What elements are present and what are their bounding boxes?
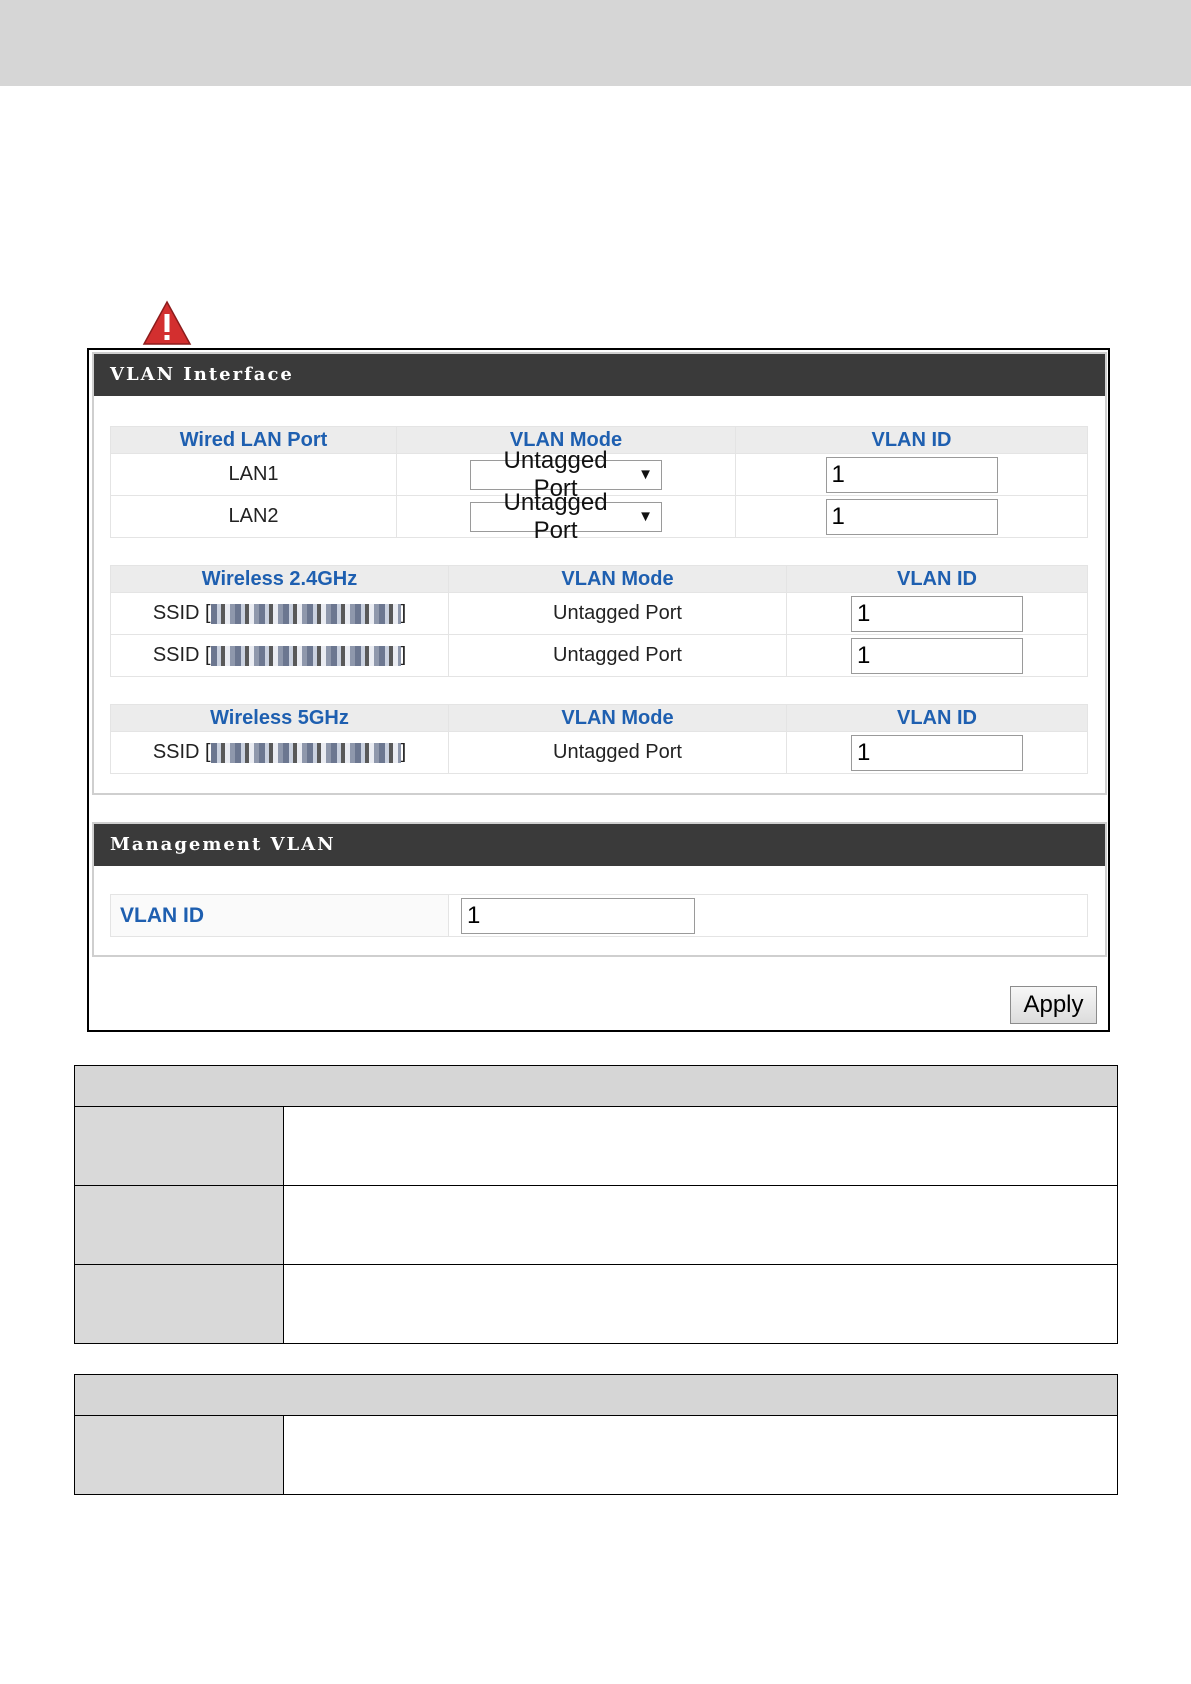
column-header-vlan-id: VLAN ID [735, 426, 1088, 454]
table-row [74, 1185, 1118, 1265]
chevron-down-icon: ▼ [638, 508, 653, 525]
ssid-prefix: SSID [ [152, 741, 211, 763]
vlan-settings-screenshot: VLAN Interface Wired LAN Port VLAN Mode … [87, 348, 1110, 1032]
management-vlan-title: Management VLAN [94, 824, 1105, 866]
wired-lan-table: Wired LAN Port VLAN Mode VLAN ID LAN1 Un… [110, 426, 1088, 544]
ssid-label: SSID [] [110, 592, 449, 635]
vlan-mode-text: Untagged Port [448, 634, 787, 677]
table-row [74, 1415, 1118, 1495]
table-row: VLAN ID [110, 894, 1088, 937]
wireless-5ghz-table: Wireless 5GHz VLAN Mode VLAN ID SSID [] … [110, 704, 1088, 774]
ssid-prefix: SSID [ [152, 644, 211, 666]
redacted-ssid [210, 742, 401, 763]
ssid-suffix: ] [400, 644, 407, 666]
vlan-id-input[interactable] [851, 637, 1023, 674]
vlan-mode-value: Untagged Port [503, 488, 608, 544]
column-header-mode: VLAN Mode [448, 704, 787, 732]
description-key [74, 1185, 284, 1265]
table-row [74, 1106, 1118, 1186]
description-table-1 [74, 1065, 1118, 1344]
table-row [74, 1264, 1118, 1344]
column-header-port: Wired LAN Port [110, 426, 397, 454]
vlan-interface-title: VLAN Interface [94, 354, 1105, 396]
vlan-mode-text: Untagged Port [448, 731, 787, 774]
table-row: SSID [] Untagged Port [110, 634, 1088, 677]
redacted-ssid [210, 603, 401, 624]
column-header-mode: VLAN Mode [448, 565, 787, 593]
vlan-mode-select[interactable]: Untagged Port ▼ [470, 447, 662, 502]
warning-triangle-icon [142, 300, 192, 345]
management-vlan-id-input[interactable] [461, 897, 695, 934]
description-key [74, 1106, 284, 1186]
description-table-2 [74, 1374, 1118, 1495]
vlan-mode-select[interactable]: Untagged Port ▼ [470, 489, 662, 544]
vlan-id-input[interactable] [825, 498, 998, 535]
management-vlan-table: VLAN ID [110, 894, 1088, 937]
port-label: LAN1 [110, 453, 397, 496]
vlan-interface-panel: VLAN Interface Wired LAN Port VLAN Mode … [92, 352, 1107, 795]
redacted-ssid [210, 645, 401, 666]
column-header-wireless-24: Wireless 2.4GHz [110, 565, 449, 593]
ssid-suffix: ] [400, 602, 407, 624]
ssid-suffix: ] [400, 741, 407, 763]
description-value [283, 1415, 1118, 1495]
management-vlan-panel: Management VLAN VLAN ID [92, 822, 1107, 957]
ssid-label: SSID [] [110, 634, 449, 677]
column-header-wireless-5: Wireless 5GHz [110, 704, 449, 732]
vlan-id-input[interactable] [825, 456, 998, 493]
table-row: LAN2 Untagged Port ▼ [110, 489, 1088, 544]
vlan-id-input[interactable] [851, 595, 1023, 632]
column-header-vlan-id: VLAN ID [786, 565, 1088, 593]
table-row: SSID [] Untagged Port [110, 592, 1088, 635]
chevron-down-icon: ▼ [638, 466, 653, 483]
management-vlan-id-label: VLAN ID [110, 894, 449, 937]
port-label: LAN2 [110, 495, 397, 538]
ssid-prefix: SSID [ [152, 602, 211, 624]
page-header-band [0, 0, 1191, 86]
column-header-vlan-id: VLAN ID [786, 704, 1088, 732]
description-value [283, 1264, 1118, 1344]
description-key [74, 1415, 284, 1495]
apply-button[interactable]: Apply [1010, 986, 1097, 1024]
description-key [74, 1264, 284, 1344]
description-table-header [74, 1065, 1118, 1107]
description-value [283, 1185, 1118, 1265]
description-table-header [74, 1374, 1118, 1416]
wireless-24ghz-table: Wireless 2.4GHz VLAN Mode VLAN ID SSID [… [110, 565, 1088, 677]
ssid-label: SSID [] [110, 731, 449, 774]
table-row: SSID [] Untagged Port [110, 731, 1088, 774]
vlan-id-input[interactable] [851, 734, 1023, 771]
description-value [283, 1106, 1118, 1186]
vlan-mode-text: Untagged Port [448, 592, 787, 635]
